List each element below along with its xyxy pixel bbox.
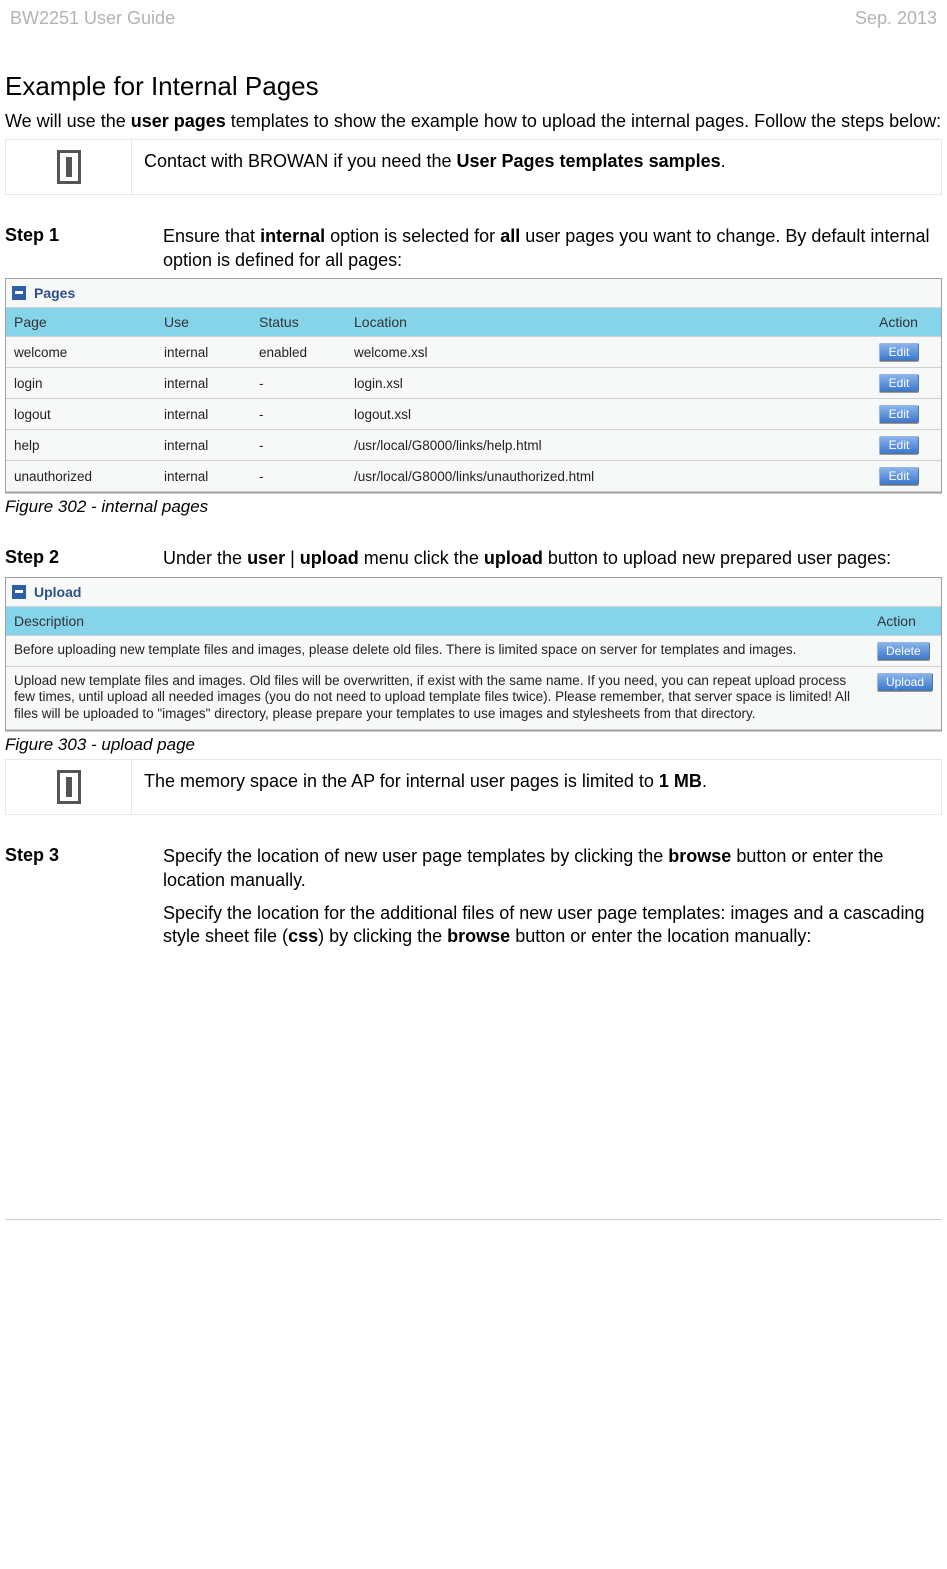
cell-use: internal — [156, 337, 251, 368]
collapse-icon[interactable] — [12, 286, 26, 300]
page-header: BW2251 User Guide Sep. 2013 — [0, 0, 947, 35]
upload-title: Upload — [34, 584, 81, 600]
note-text: Contact with BROWAN if you need the User… — [132, 140, 941, 194]
step1: Step 1 Ensure that internal option is se… — [5, 225, 942, 272]
cell-location: login.xsl — [346, 368, 871, 399]
cell-action: Edit — [871, 337, 941, 368]
table-row: helpinternal-/usr/local/G8000/links/help… — [6, 430, 941, 461]
step1-body: Ensure that internal option is selected … — [163, 225, 942, 272]
col-location: Location — [346, 308, 871, 337]
upload-titlebar: Upload — [6, 578, 941, 607]
footer-rule — [5, 1219, 942, 1220]
collapse-icon[interactable] — [12, 585, 26, 599]
cell-use: internal — [156, 430, 251, 461]
edit-button[interactable]: Edit — [879, 343, 919, 361]
step1-label: Step 1 — [5, 225, 163, 272]
info-icon — [6, 140, 132, 194]
step2-label: Step 2 — [5, 547, 163, 570]
upload-button[interactable]: Upload — [877, 673, 933, 691]
section-title: Example for Internal Pages — [5, 71, 942, 102]
pages-titlebar: Pages — [6, 279, 941, 308]
step2-body: Under the user | upload menu click the u… — [163, 547, 942, 570]
table-row: logininternal-login.xsl Edit — [6, 368, 941, 399]
table-row: Upload new template files and images. Ol… — [6, 666, 941, 730]
note-box: Contact with BROWAN if you need the User… — [5, 139, 942, 195]
note-text-2: The memory space in the AP for internal … — [132, 760, 941, 814]
col-page: Page — [6, 308, 156, 337]
figure-302-caption: Figure 302 - internal pages — [5, 497, 942, 517]
cell-status: - — [251, 430, 346, 461]
doc-date: Sep. 2013 — [855, 8, 937, 29]
cell-status: - — [251, 461, 346, 492]
col-status: Status — [251, 308, 346, 337]
table-row: welcomeinternalenabledwelcome.xsl Edit — [6, 337, 941, 368]
cell-location: logout.xsl — [346, 399, 871, 430]
info-icon — [6, 760, 132, 814]
upload-table: Description Action Before uploading new … — [6, 607, 941, 731]
step3-body: Specify the location of new user page te… — [163, 845, 942, 959]
pages-panel: Pages Page Use Status Location Action we… — [5, 278, 942, 493]
cell-location: welcome.xsl — [346, 337, 871, 368]
col-action: Action — [871, 308, 941, 337]
pages-title: Pages — [34, 285, 75, 301]
cell-use: internal — [156, 399, 251, 430]
col-action: Action — [869, 607, 941, 636]
cell-description: Upload new template files and images. Ol… — [6, 666, 869, 730]
cell-page: help — [6, 430, 156, 461]
cell-location: /usr/local/G8000/links/unauthorized.html — [346, 461, 871, 492]
cell-action: Edit — [871, 399, 941, 430]
intro-text: We will use the user pages templates to … — [5, 110, 942, 133]
upload-panel: Upload Description Action Before uploadi… — [5, 577, 942, 732]
cell-action: Edit — [871, 368, 941, 399]
cell-status: - — [251, 368, 346, 399]
edit-button[interactable]: Edit — [879, 467, 919, 485]
cell-description: Before uploading new template files and … — [6, 635, 869, 666]
delete-button[interactable]: Delete — [877, 642, 930, 660]
table-row: unauthorizedinternal-/usr/local/G8000/li… — [6, 461, 941, 492]
col-use: Use — [156, 308, 251, 337]
edit-button[interactable]: Edit — [879, 405, 919, 423]
cell-page: unauthorized — [6, 461, 156, 492]
cell-page: login — [6, 368, 156, 399]
cell-page: welcome — [6, 337, 156, 368]
cell-location: /usr/local/G8000/links/help.html — [346, 430, 871, 461]
edit-button[interactable]: Edit — [879, 374, 919, 392]
step2: Step 2 Under the user | upload menu clic… — [5, 547, 942, 570]
doc-title: BW2251 User Guide — [10, 8, 175, 29]
cell-action: Upload — [869, 666, 941, 730]
cell-action: Edit — [871, 430, 941, 461]
cell-status: - — [251, 399, 346, 430]
cell-use: internal — [156, 461, 251, 492]
table-row: logoutinternal-logout.xsl Edit — [6, 399, 941, 430]
cell-action: Delete — [869, 635, 941, 666]
figure-303-caption: Figure 303 - upload page — [5, 735, 942, 755]
col-description: Description — [6, 607, 869, 636]
edit-button[interactable]: Edit — [879, 436, 919, 454]
table-row: Before uploading new template files and … — [6, 635, 941, 666]
cell-status: enabled — [251, 337, 346, 368]
pages-table: Page Use Status Location Action welcomei… — [6, 308, 941, 492]
step3: Step 3 Specify the location of new user … — [5, 845, 942, 959]
cell-use: internal — [156, 368, 251, 399]
note-box-2: The memory space in the AP for internal … — [5, 759, 942, 815]
step3-label: Step 3 — [5, 845, 163, 959]
cell-action: Edit — [871, 461, 941, 492]
cell-page: logout — [6, 399, 156, 430]
